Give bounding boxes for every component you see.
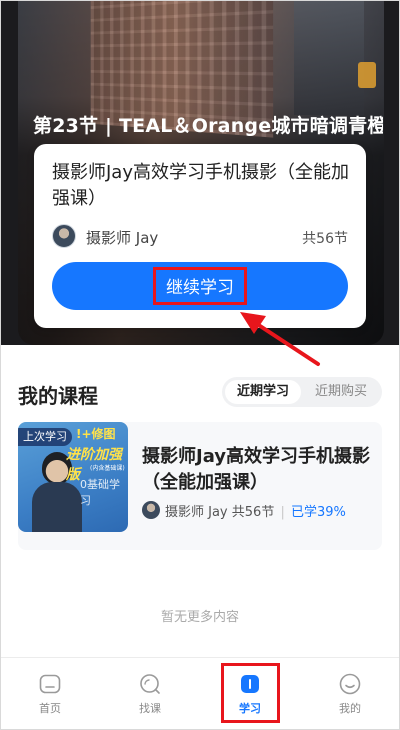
instructor-body-shape xyxy=(32,482,82,532)
bottom-tab-bar: 首页 找课 学习 我的 xyxy=(0,657,400,730)
course-item-title: 摄影师Jay高效学习手机摄影（全能加强课） xyxy=(142,446,371,493)
tab-find-course[interactable]: 找课 xyxy=(120,672,180,720)
hero-taxi-shape xyxy=(358,62,376,88)
teacher-avatar xyxy=(52,224,76,248)
tab-home-label: 首页 xyxy=(39,702,61,715)
lesson-count: 共56节 xyxy=(231,505,275,520)
my-courses-section: 我的课程 近期学习 近期购买 上次学习 !+修图 进阶加强版 (内含基础课) 0… xyxy=(0,345,400,657)
tab-study-label: 学习 xyxy=(239,702,261,715)
hero-lesson-title: 第23节 | TEAL＆Orange城市暗调青橙色 xyxy=(33,115,383,137)
course-list-item[interactable]: 上次学习 !+修图 进阶加强版 (内含基础课) 0基础学习 摄影师Jay高效学习… xyxy=(18,422,382,550)
course-item-meta: 摄影师 Jay 共56节 | 已学39% xyxy=(165,501,346,520)
thumb-text: !+修图 xyxy=(76,427,116,441)
last-studied-badge: 上次学习 xyxy=(18,428,72,446)
lesson-count: 共56节 xyxy=(302,231,348,247)
course-filter-tabs: 近期学习 近期购买 xyxy=(222,377,382,407)
no-more-content-hint: 暂无更多内容 xyxy=(160,610,239,625)
home-icon xyxy=(39,674,61,694)
current-course-title: 摄影师Jay高效学习手机摄影（全能加强课） xyxy=(52,162,349,209)
my-courses-heading: 我的课程 xyxy=(18,384,98,408)
hero-building-shape xyxy=(294,0,364,115)
thumb-text: 0基础学习 xyxy=(80,478,120,507)
continue-learning-label: 继续学习 xyxy=(153,267,247,305)
course-thumbnail: 上次学习 !+修图 进阶加强版 (内含基础课) 0基础学习 xyxy=(18,422,128,532)
filter-recent-purchase[interactable]: 近期购买 xyxy=(303,380,379,404)
tab-profile-label: 我的 xyxy=(339,702,361,715)
tab-profile[interactable]: 我的 xyxy=(320,672,380,720)
tab-find-course-label: 找课 xyxy=(139,702,161,715)
current-course-card[interactable]: 摄影师Jay高效学习手机摄影（全能加强课） 摄影师 Jay 共56节 继续学习 xyxy=(34,144,366,328)
study-progress: 已学39% xyxy=(291,505,346,520)
search-course-icon xyxy=(140,674,160,694)
annotation-arrow-icon xyxy=(240,312,320,366)
study-icon xyxy=(241,675,259,693)
teacher-name: 摄影师 Jay xyxy=(86,229,159,247)
tab-study[interactable]: 学习 xyxy=(220,672,280,720)
teacher-name: 摄影师 Jay xyxy=(165,505,228,520)
filter-recent-study[interactable]: 近期学习 xyxy=(225,380,301,404)
thumb-text: (内含基础课) xyxy=(90,465,125,472)
continue-learning-button[interactable]: 继续学习 xyxy=(52,262,348,310)
tab-home[interactable]: 首页 xyxy=(20,672,80,720)
meta-separator: | xyxy=(280,505,285,520)
teacher-avatar xyxy=(142,501,160,519)
profile-icon xyxy=(339,673,361,695)
